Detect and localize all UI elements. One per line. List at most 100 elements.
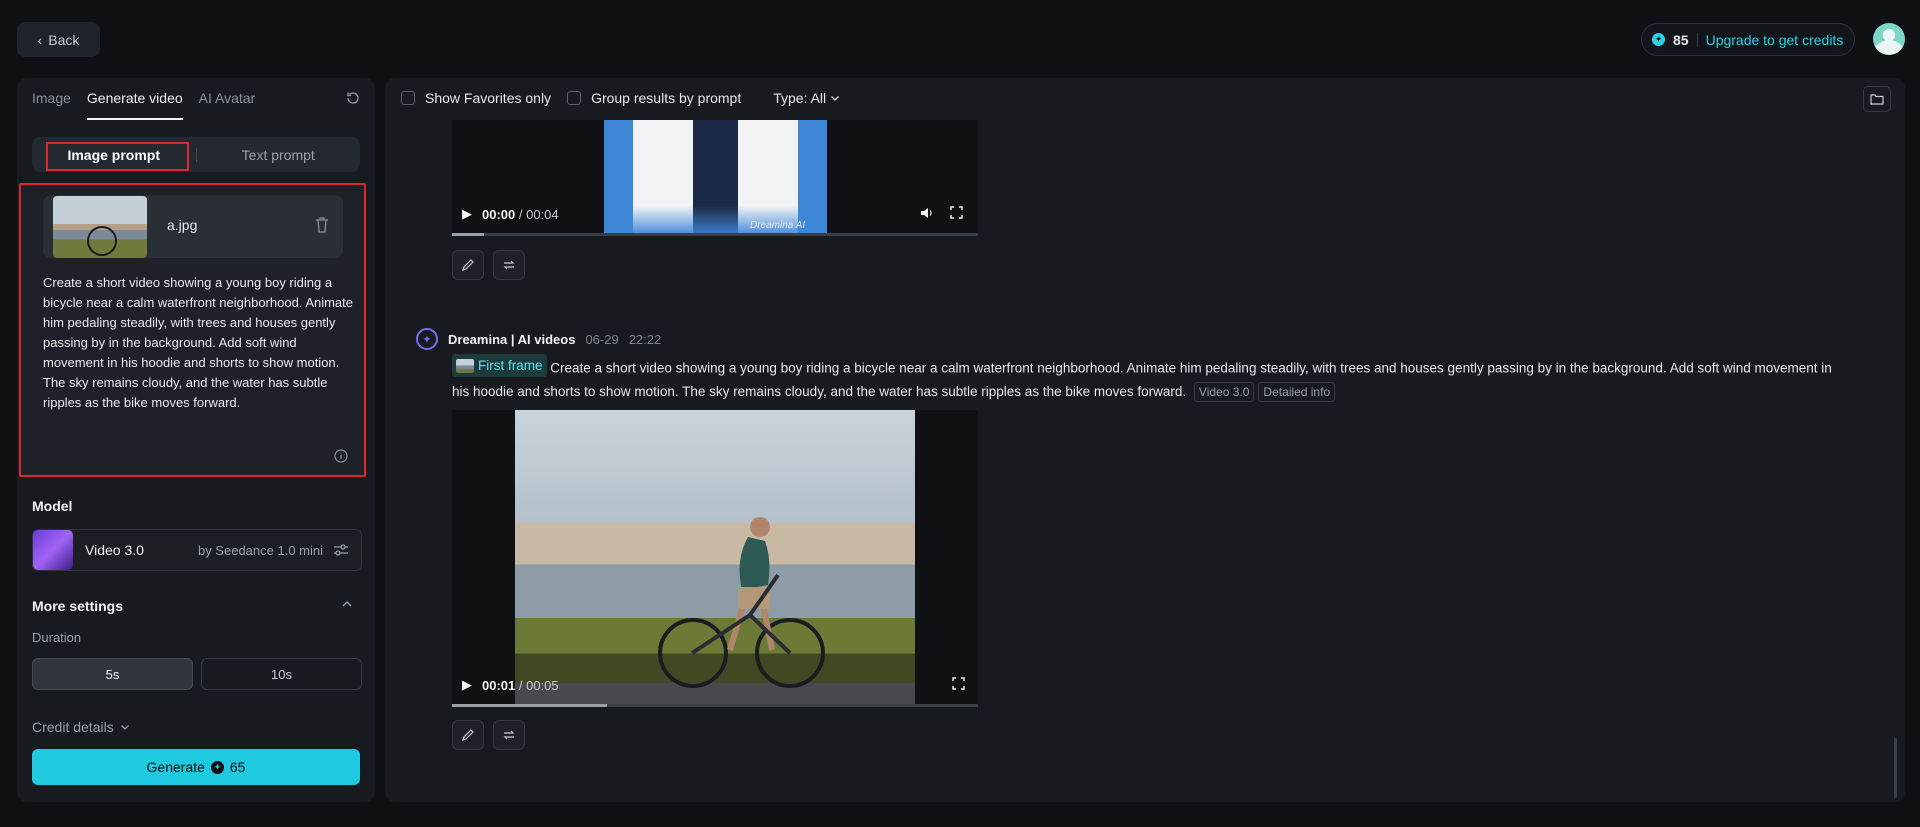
entry-source: Dreamina | AI videos [448, 331, 576, 347]
tab-ai-avatar[interactable]: AI Avatar [199, 78, 256, 120]
prompt-textarea[interactable]: Create a short video showing a young boy… [43, 273, 353, 413]
progress-bar[interactable] [452, 704, 978, 707]
settings-sliders-icon[interactable] [333, 543, 349, 557]
model-provider: by Seedance 1.0 mini [197, 542, 323, 558]
progress-fill [452, 704, 607, 707]
duration-5s-button[interactable]: 5s [32, 658, 193, 690]
duration-label: Duration [32, 630, 82, 645]
back-button[interactable]: ‹ Back [17, 22, 100, 57]
type-filter-dropdown[interactable]: Type: All [773, 90, 840, 106]
video-controls-right [952, 677, 965, 690]
scrollbar[interactable] [1894, 738, 1897, 798]
video-frame [604, 120, 827, 236]
folder-icon [1870, 94, 1884, 105]
fullscreen-icon[interactable] [952, 677, 965, 690]
chevron-up-icon[interactable] [341, 598, 353, 610]
video-controls: ▶ 00:01 / 00:05 [462, 677, 559, 693]
mode-tabs: Image Generate video AI Avatar [32, 78, 255, 120]
generate-button[interactable]: Generate ✦ 65 [32, 749, 360, 785]
video-controls: ▶ 00:00 / 00:04 [462, 206, 559, 222]
video-controls-right [920, 206, 963, 220]
credits-pill[interactable]: ✦ 85 Upgrade to get credits [1641, 23, 1855, 56]
prompt-mode-switch: Image prompt Text prompt [32, 137, 360, 172]
tab-generate-video[interactable]: Generate video [86, 78, 183, 120]
credit-coin-icon: ✦ [1652, 33, 1665, 46]
edit-button[interactable] [452, 250, 484, 280]
avatar[interactable] [1873, 23, 1905, 55]
generate-label: Generate [146, 759, 205, 775]
play-icon[interactable]: ▶ [462, 206, 472, 222]
uploaded-file-card[interactable]: a.jpg [43, 195, 343, 258]
pencil-icon [462, 259, 474, 271]
video-player-2[interactable]: ▶ 00:01 / 00:05 [452, 410, 978, 707]
chevron-left-icon: ‹ [37, 31, 43, 48]
credit-coin-icon: ✦ [210, 760, 224, 774]
info-icon[interactable] [334, 449, 348, 463]
first-frame-chip[interactable]: First frame [452, 354, 547, 377]
play-icon[interactable]: ▶ [462, 677, 472, 693]
checkbox-box[interactable] [401, 91, 415, 105]
image-prompt-option[interactable]: Image prompt [32, 147, 196, 163]
first-frame-thumbnail [456, 358, 474, 373]
folder-button[interactable] [1863, 86, 1891, 112]
results-panel: Show Favorites only Group results by pro… [385, 78, 1905, 802]
tab-image[interactable]: Image [32, 78, 71, 120]
regenerate-button[interactable] [493, 250, 525, 280]
uploaded-image-thumbnail [53, 196, 147, 258]
file-name: a.jpg [167, 217, 198, 233]
type-filter-label: Type: All [773, 90, 827, 106]
edit-button[interactable] [452, 720, 484, 750]
progress-fill [452, 233, 484, 236]
video-player-1[interactable]: Dreamina AI ▶ 00:00 / 00:04 [452, 120, 978, 236]
time-total: / 00:05 [518, 677, 559, 693]
progress-bar[interactable] [452, 233, 978, 236]
video-frame [515, 410, 915, 707]
chevron-down-icon [831, 96, 840, 101]
model-selector[interactable]: Video 3.0 by Seedance 1.0 mini [32, 529, 362, 571]
generate-cost: 65 [229, 759, 246, 775]
entry-time: 22:22 [628, 331, 662, 347]
entry-prompt: First frame Create a short video showing… [452, 354, 1852, 403]
favorites-checkbox[interactable]: Show Favorites only [401, 90, 551, 106]
upgrade-link[interactable]: Upgrade to get credits [1706, 32, 1844, 48]
model-tag: Video 3.0 [1193, 381, 1255, 402]
pencil-icon [462, 729, 474, 741]
watermark: Dreamina AI [750, 220, 806, 231]
model-label: Model [32, 498, 73, 514]
back-label: Back [48, 31, 80, 48]
text-prompt-option[interactable]: Text prompt [197, 147, 361, 163]
time-total: / 00:04 [518, 206, 559, 222]
reset-icon[interactable] [345, 90, 361, 106]
more-settings-label[interactable]: More settings [32, 598, 123, 614]
entry-prompt-text: Create a short video showing a young boy… [452, 360, 1832, 399]
chevron-down-icon [120, 725, 129, 730]
model-name: Video 3.0 [85, 542, 144, 558]
group-label: Group results by prompt [591, 90, 742, 106]
entry-date: 06-29 [585, 331, 619, 347]
trash-icon[interactable] [315, 217, 329, 233]
left-panel: Image Generate video AI Avatar Image pro… [17, 78, 375, 802]
repeat-icon [503, 730, 515, 740]
credit-details-label: Credit details [32, 719, 114, 735]
image-prompt-area[interactable]: a.jpg Create a short video showing a you… [19, 183, 366, 477]
filter-bar: Show Favorites only Group results by pro… [401, 90, 840, 106]
divider [1696, 32, 1698, 47]
volume-icon[interactable] [920, 206, 934, 220]
duration-10s-button[interactable]: 10s [201, 658, 362, 690]
repeat-icon [503, 260, 515, 270]
fullscreen-icon[interactable] [950, 206, 963, 219]
model-thumbnail [33, 530, 73, 570]
favorites-label: Show Favorites only [425, 90, 552, 106]
dreamina-logo-icon: ✦ [416, 328, 438, 350]
detailed-info-tag[interactable]: Detailed info [1258, 381, 1336, 402]
credits-count: 85 [1673, 31, 1689, 48]
rider-figure [690, 517, 792, 655]
regenerate-button[interactable] [493, 720, 525, 750]
first-frame-label: First frame [478, 358, 543, 373]
entry-header: ✦ Dreamina | AI videos 06-29 22:22 [416, 328, 661, 350]
time-current: 00:00 [482, 206, 516, 222]
credit-details-toggle[interactable]: Credit details [32, 719, 130, 735]
checkbox-box[interactable] [567, 91, 582, 105]
time-current: 00:01 [482, 677, 516, 693]
group-by-prompt-checkbox[interactable]: Group results by prompt [567, 90, 741, 106]
